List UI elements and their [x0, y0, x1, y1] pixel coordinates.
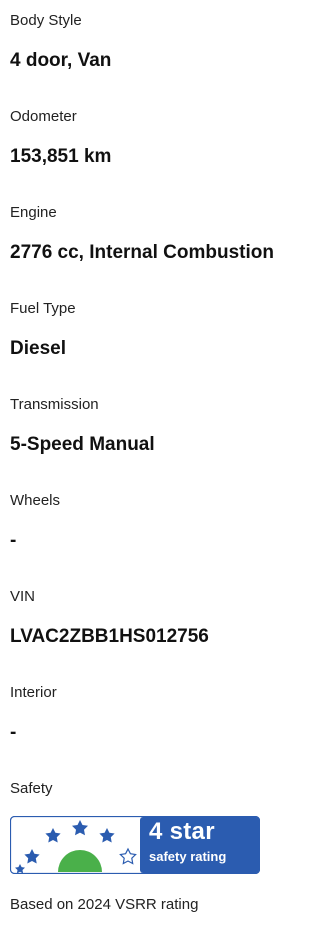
safety-badge-graphic [9, 815, 261, 875]
spec-wheels: Wheels - [10, 480, 322, 576]
spec-label: Safety [10, 780, 53, 797]
safety-based-on: Based on 2024 VSRR rating [10, 896, 199, 913]
spec-odometer: Odometer 153,851 km [10, 96, 322, 192]
spec-engine: Engine 2776 cc, Internal Combustion [10, 192, 322, 288]
spec-label: Interior [10, 684, 57, 701]
spec-value: Diesel [10, 338, 66, 359]
spec-value: - [10, 530, 17, 551]
spec-safety: Safety 4 star safety rating Based on 202… [9, 768, 322, 918]
spec-label: Wheels [10, 492, 61, 509]
spec-fuel-type: Fuel Type Diesel [10, 288, 322, 384]
spec-vin: VIN LVAC2ZBB1HS012756 [10, 576, 322, 672]
vehicle-spec-list: Body Style 4 door, Van Odometer 153,851 … [0, 0, 332, 918]
spec-label: Fuel Type [10, 300, 76, 317]
spec-value: 153,851 km [10, 146, 112, 167]
safety-rating-badge: 4 star safety rating [9, 815, 261, 875]
spec-label: VIN [10, 588, 36, 605]
spec-label: Odometer [10, 108, 77, 125]
spec-label: Engine [10, 204, 57, 221]
spec-body-style: Body Style 4 door, Van [10, 0, 322, 96]
spec-value: 4 door, Van [10, 50, 112, 71]
badge-caption-text: safety rating [149, 849, 227, 864]
spec-label: Body Style [10, 12, 82, 29]
badge-rating-text: 4 star [149, 818, 215, 845]
spec-interior: Interior - [10, 672, 322, 768]
spec-transmission: Transmission 5-Speed Manual [10, 384, 322, 480]
spec-value: - [10, 722, 17, 743]
spec-value: LVAC2ZBB1HS012756 [10, 626, 209, 647]
spec-value: 5-Speed Manual [10, 434, 155, 455]
spec-label: Transmission [10, 396, 99, 413]
spec-value: 2776 cc, Internal Combustion [10, 242, 274, 263]
